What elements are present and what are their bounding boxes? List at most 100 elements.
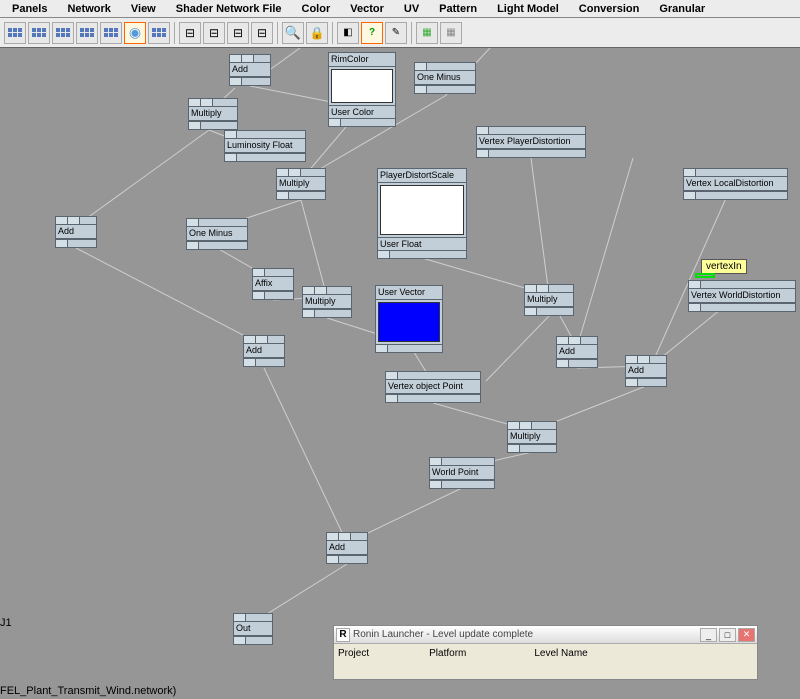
toolbar-btn-eraser[interactable]: ◧ <box>337 22 359 44</box>
toolbar-btn-4[interactable] <box>76 22 98 44</box>
toolbar-btn-link-2[interactable]: ⊟ <box>203 22 225 44</box>
node-add3[interactable]: Add <box>243 335 285 367</box>
input-port[interactable] <box>339 533 351 540</box>
toolbar-btn-link-3[interactable]: ⊟ <box>227 22 249 44</box>
node-multiply4[interactable]: Multiply <box>524 284 574 316</box>
node-lumflt[interactable]: Luminosity Float <box>224 130 306 162</box>
menu-light-model[interactable]: Light Model <box>487 3 569 15</box>
input-port[interactable] <box>68 217 80 224</box>
menu-uv[interactable]: UV <box>394 3 429 15</box>
input-port[interactable] <box>537 285 549 292</box>
node-uservector[interactable]: User Vector <box>375 285 443 353</box>
output-port[interactable] <box>386 395 398 402</box>
input-port[interactable] <box>520 422 532 429</box>
input-port[interactable] <box>244 336 256 343</box>
output-port[interactable] <box>415 86 427 93</box>
node-vlocaldist[interactable]: Vertex LocalDistortion <box>683 168 788 200</box>
input-port[interactable] <box>684 169 696 176</box>
output-port[interactable] <box>230 78 242 85</box>
output-port[interactable] <box>430 481 442 488</box>
toolbar-btn-6-globe[interactable]: ◉ <box>124 22 146 44</box>
menu-panels[interactable]: Panels <box>2 3 57 15</box>
node-multiply5[interactable]: Multiply <box>507 421 557 453</box>
output-port[interactable] <box>378 251 390 258</box>
node-canvas[interactable]: AddRimColorUser ColorOne MinusMultiplyLu… <box>0 48 800 699</box>
input-port[interactable] <box>626 356 638 363</box>
output-port[interactable] <box>225 154 237 161</box>
close-button[interactable]: ✕ <box>738 628 755 642</box>
input-port[interactable] <box>557 337 569 344</box>
node-add4[interactable]: Add <box>556 336 598 368</box>
output-port[interactable] <box>56 240 68 247</box>
toolbar-btn-pen[interactable]: ✎ <box>385 22 407 44</box>
node-out[interactable]: Out <box>233 613 273 645</box>
node-multiply1[interactable]: Multiply <box>188 98 238 130</box>
output-port[interactable] <box>244 359 256 366</box>
toolbar-btn-3[interactable] <box>52 22 74 44</box>
minimize-button[interactable]: _ <box>700 628 717 642</box>
input-port[interactable] <box>187 219 199 226</box>
input-port[interactable] <box>289 169 301 176</box>
output-port[interactable] <box>557 360 569 367</box>
input-port[interactable] <box>256 336 268 343</box>
toolbar-btn-2[interactable] <box>28 22 50 44</box>
input-port[interactable] <box>56 217 68 224</box>
menu-vector[interactable]: Vector <box>340 3 394 15</box>
node-add2[interactable]: Add <box>55 216 97 248</box>
input-port[interactable] <box>277 169 289 176</box>
output-port[interactable] <box>689 304 701 311</box>
input-port[interactable] <box>569 337 581 344</box>
toolbar-btn-window-1[interactable]: ▦ <box>416 22 438 44</box>
launcher-window[interactable]: R Ronin Launcher - Level update complete… <box>333 625 758 680</box>
node-vworlddist[interactable]: Vertex WorldDistortion <box>688 280 796 312</box>
output-port[interactable] <box>277 192 289 199</box>
input-port[interactable] <box>225 131 237 138</box>
menu-granular[interactable]: Granular <box>649 3 715 15</box>
menu-shader-network-file[interactable]: Shader Network File <box>166 3 292 15</box>
output-port[interactable] <box>189 122 201 129</box>
input-port[interactable] <box>638 356 650 363</box>
node-add6[interactable]: Add <box>326 532 368 564</box>
output-port[interactable] <box>684 192 696 199</box>
node-oneminus2[interactable]: One Minus <box>186 218 248 250</box>
output-port[interactable] <box>303 310 315 317</box>
node-multiply2[interactable]: Multiply <box>276 168 326 200</box>
output-port[interactable] <box>329 119 341 126</box>
output-port[interactable] <box>327 556 339 563</box>
input-port[interactable] <box>327 533 339 540</box>
node-rimcolor[interactable]: RimColorUser Color <box>328 52 396 127</box>
toolbar-btn-link-1[interactable]: ⊟ <box>179 22 201 44</box>
output-port[interactable] <box>508 445 520 452</box>
input-port[interactable] <box>477 127 489 134</box>
input-port[interactable] <box>189 99 201 106</box>
node-affix[interactable]: Affix <box>252 268 294 300</box>
output-port[interactable] <box>253 292 265 299</box>
toolbar-btn-7[interactable] <box>148 22 170 44</box>
input-port[interactable] <box>230 55 242 62</box>
node-vplayerdist[interactable]: Vertex PlayerDistortion <box>476 126 586 158</box>
toolbar-btn-lock[interactable]: 🔒 <box>306 22 328 44</box>
input-port[interactable] <box>525 285 537 292</box>
node-add5[interactable]: Add <box>625 355 667 387</box>
input-port[interactable] <box>430 458 442 465</box>
menu-pattern[interactable]: Pattern <box>429 3 487 15</box>
output-port[interactable] <box>626 379 638 386</box>
toolbar-btn-1[interactable] <box>4 22 26 44</box>
launcher-titlebar[interactable]: R Ronin Launcher - Level update complete… <box>334 626 757 644</box>
menu-view[interactable]: View <box>121 3 166 15</box>
input-port[interactable] <box>303 287 315 294</box>
output-port[interactable] <box>376 345 388 352</box>
menu-color[interactable]: Color <box>292 3 341 15</box>
input-port[interactable] <box>242 55 254 62</box>
menu-network[interactable]: Network <box>57 3 120 15</box>
output-port[interactable] <box>234 637 246 644</box>
input-port[interactable] <box>508 422 520 429</box>
toolbar-btn-5[interactable] <box>100 22 122 44</box>
input-port[interactable] <box>415 63 427 70</box>
input-port[interactable] <box>234 614 246 621</box>
input-port[interactable] <box>253 269 265 276</box>
input-port[interactable] <box>386 372 398 379</box>
node-worldpoint[interactable]: World Point <box>429 457 495 489</box>
output-port[interactable] <box>477 150 489 157</box>
toolbar-btn-window-2[interactable]: ▦ <box>440 22 462 44</box>
